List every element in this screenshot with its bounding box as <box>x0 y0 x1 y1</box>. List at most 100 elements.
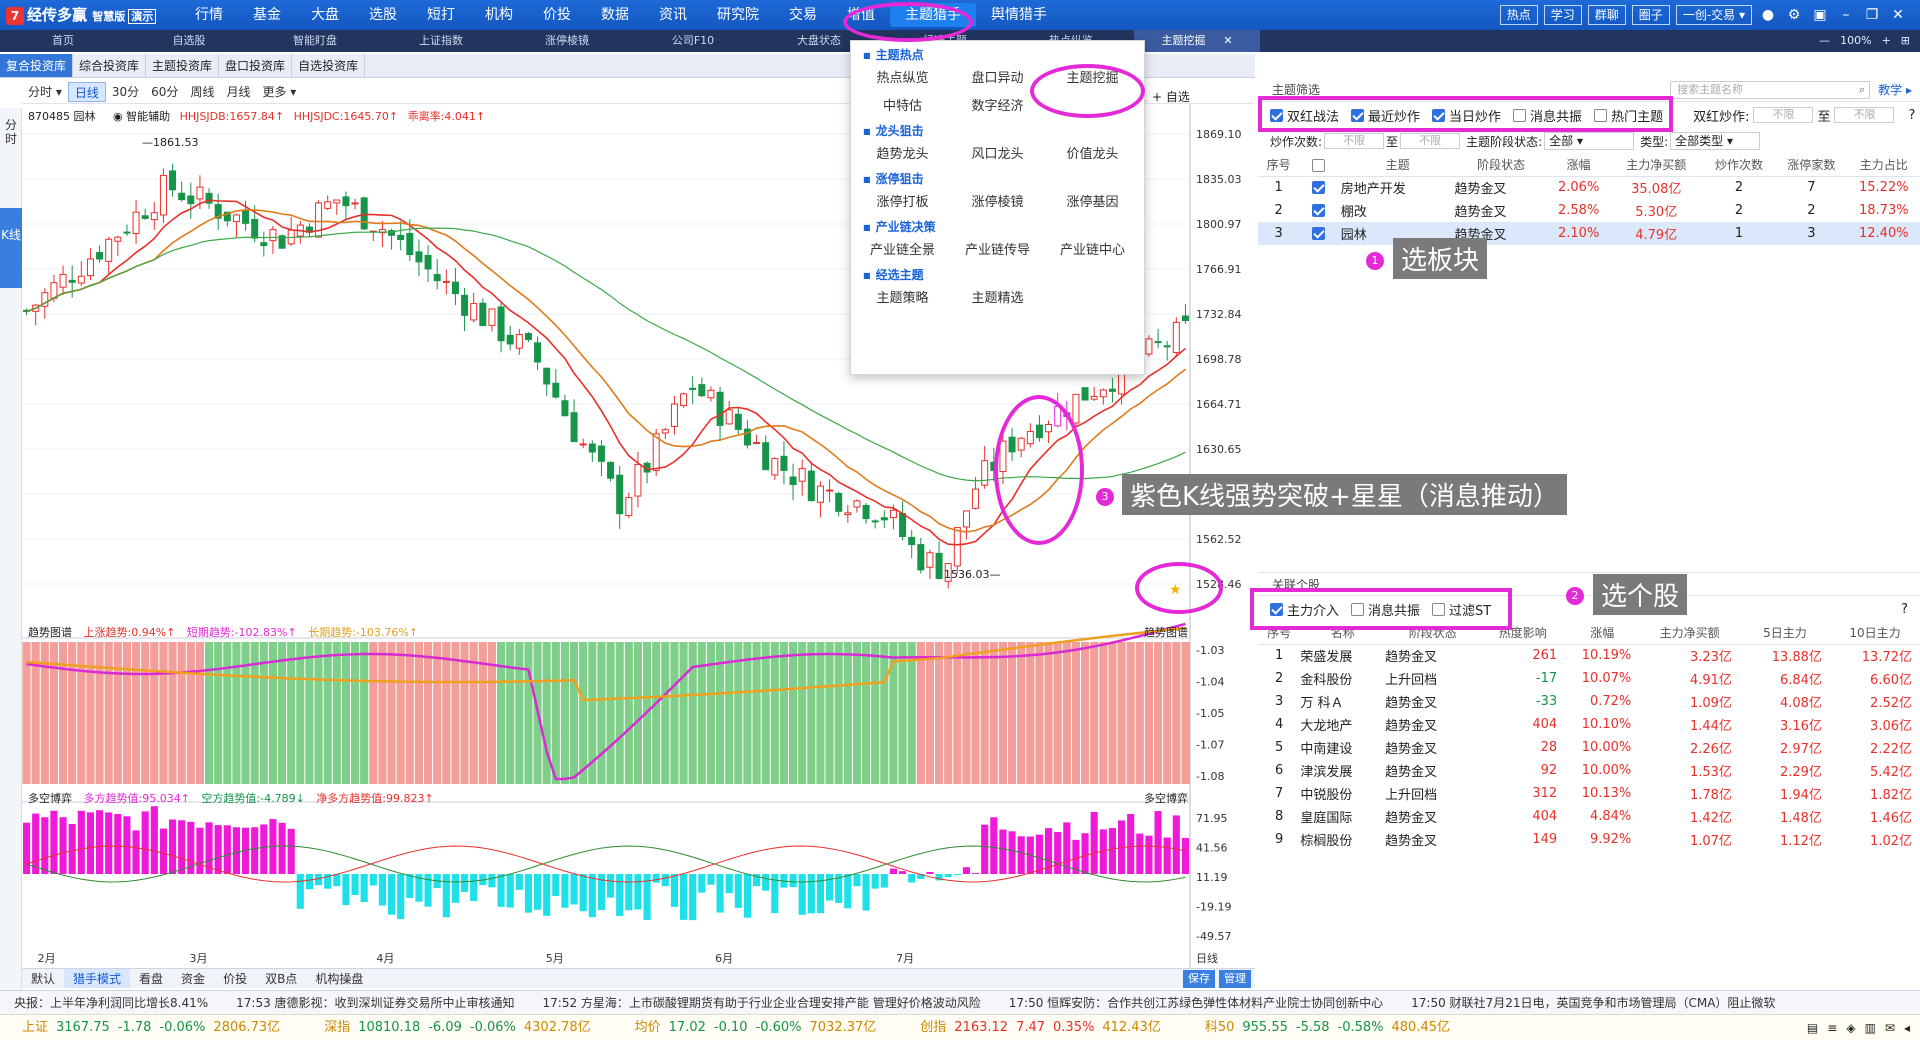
minimize-icon[interactable]: – <box>1836 5 1856 25</box>
template-tab-3[interactable]: 资金 <box>172 969 214 988</box>
stock-col-header[interactable]: 涨幅 <box>1565 622 1640 645</box>
mail-icon[interactable]: ✉ <box>1885 1015 1895 1040</box>
library-tab-0[interactable]: 复合投资库 <box>0 54 74 77</box>
news-item[interactable]: 17:52 方星海：上市碳酸锂期货有助于行业企业合理安排产能 管理好价格波动风险 <box>529 991 995 1014</box>
index-item[interactable]: 科50 955.55 -5.58 -0.58% 480.45亿 <box>1183 1015 1472 1040</box>
stock-row[interactable]: 1 荣盛发展 趋势金叉 261 10.19% 3.23亿 13.88亿 13.72亿 <box>1258 644 1920 667</box>
stage-select[interactable]: 全部 ▾ <box>1544 132 1635 150</box>
theme-col-header[interactable]: 涨幅 <box>1547 154 1610 177</box>
skin-icon[interactable]: ▣ <box>1810 5 1830 25</box>
dropdown-item[interactable]: 产业链传导 <box>950 237 1045 265</box>
news-item[interactable]: 17:53 唐德影视：收到深圳证券交易所中止审核通知 <box>222 991 528 1014</box>
stock-row[interactable]: 6 津滨发展 趋势金叉 92 10.00% 1.53亿 2.29亿 5.42亿 <box>1258 759 1920 782</box>
tab-0[interactable]: 首页 <box>0 30 126 52</box>
close-tab-icon[interactable]: ✕ <box>1223 34 1232 47</box>
theme-col-header[interactable] <box>1299 154 1341 177</box>
index-item[interactable]: 均价 17.02 -0.10 -0.60% 7032.37亿 <box>613 1015 899 1040</box>
dropdown-item[interactable]: 中特估 <box>855 93 950 121</box>
grid-icon[interactable]: ⊞ <box>1901 30 1910 52</box>
period-5[interactable]: 月线 <box>220 82 256 102</box>
count-min-input[interactable]: 不限 <box>1324 133 1385 149</box>
close-icon[interactable]: ✕ <box>1888 5 1908 25</box>
stock-col-header[interactable]: 主力净买额 <box>1639 622 1740 645</box>
template-action-0[interactable]: 保存 <box>1183 969 1215 988</box>
row-checkbox[interactable] <box>1311 181 1325 195</box>
theme-col-header[interactable]: 涨停家数 <box>1775 154 1848 177</box>
type-select[interactable]: 全部类型 ▾ <box>1670 132 1761 150</box>
menu-item-7[interactable]: 数据 <box>586 0 644 30</box>
circle-button[interactable]: 圈子 <box>1631 5 1670 25</box>
count-max-input[interactable]: 不限 <box>1400 133 1461 149</box>
print-icon[interactable]: ▤ <box>1807 1015 1818 1040</box>
dropdown-item[interactable]: 涨停打板 <box>855 189 950 217</box>
speaker-icon[interactable]: ◂ <box>1904 1015 1910 1040</box>
menu-item-8[interactable]: 资讯 <box>644 0 702 30</box>
library-tab-2[interactable]: 主题投资库 <box>146 54 220 77</box>
help-icon[interactable]: ? <box>1908 108 1915 123</box>
help-icon[interactable]: ? <box>1901 602 1908 617</box>
theme-col-header[interactable]: 炒作次数 <box>1702 154 1776 177</box>
menu-item-3[interactable]: 选股 <box>354 0 412 30</box>
template-tab-2[interactable]: 看盘 <box>130 969 172 988</box>
stock-row[interactable]: 2 金科股份 上升回档 -17 10.07% 4.91亿 6.84亿 6.60亿 <box>1258 667 1920 690</box>
theme-col-header[interactable]: 序号 <box>1258 154 1300 177</box>
menu-item-13[interactable]: 舆情猎手 <box>976 0 1062 30</box>
dropdown-item[interactable]: 产业链中心 <box>1045 237 1140 265</box>
group-chat-button[interactable]: 群聊 <box>1587 5 1626 25</box>
period-6[interactable]: 更多 ▾ <box>256 82 302 102</box>
restore-icon[interactable]: ❐ <box>1862 5 1882 25</box>
dropdown-item[interactable]: 价值龙头 <box>1045 141 1140 169</box>
side-tab-kline[interactable]: K线 <box>0 208 22 288</box>
gear-icon[interactable]: ⚙ <box>1784 5 1804 25</box>
shuanghong-min-input[interactable]: 不限 <box>1753 107 1814 123</box>
trade-account-select[interactable]: 一创-交易 ▾ <box>1675 5 1752 25</box>
stock-col-header[interactable]: 10日主力 <box>1829 622 1920 645</box>
template-tab-1[interactable]: 猎手模式 <box>64 969 131 988</box>
template-tab-5[interactable]: 双B点 <box>256 969 306 988</box>
news-item[interactable]: 17:50 财联社7月21日电，英国竞争和市场管理局（CMA）阻止微软 <box>1397 991 1789 1014</box>
zoom-in-icon[interactable]: + <box>1882 30 1891 52</box>
dropdown-item[interactable]: 趋势龙头 <box>855 141 950 169</box>
period-3[interactable]: 60分 <box>145 82 184 102</box>
tab-5[interactable]: 公司F10 <box>630 30 756 52</box>
dropdown-item[interactable]: 风口龙头 <box>950 141 1045 169</box>
stock-row[interactable]: 9 棕榈股份 趋势金叉 149 9.92% 1.07亿 1.12亿 1.02亿 <box>1258 828 1920 851</box>
news-item[interactable]: 17:50 恒辉安防：合作共创江苏绿色弹性体材料产业院士协同创新中心 <box>995 991 1397 1014</box>
menu-item-0[interactable]: 行情 <box>180 0 238 30</box>
template-tab-6[interactable]: 机构操盘 <box>306 969 372 988</box>
library-tab-3[interactable]: 盘口投资库 <box>219 54 293 77</box>
select-all-checkbox[interactable] <box>1311 158 1325 172</box>
dropdown-item[interactable]: 产业链全景 <box>855 237 950 265</box>
tab-9[interactable]: 主题挖掘 ✕ <box>1134 30 1260 52</box>
period-4[interactable]: 周线 <box>184 82 220 102</box>
dropdown-item[interactable]: 涨停棱镜 <box>950 189 1045 217</box>
theme-row[interactable]: 2 棚改 趋势金叉 2.58% 5.30亿 2 2 18.73% <box>1258 199 1920 222</box>
index-item[interactable]: 深指 10810.18 -6.09 -0.06% 4302.78亿 <box>302 1015 612 1040</box>
menu-item-6[interactable]: 价投 <box>528 0 586 30</box>
tab-3[interactable]: 上证指数 <box>378 30 504 52</box>
list-icon[interactable]: ≡ <box>1827 1015 1837 1040</box>
theme-col-header[interactable]: 主题 <box>1340 154 1455 177</box>
period-1[interactable]: 日线 <box>67 81 106 102</box>
row-checkbox[interactable] <box>1311 204 1325 217</box>
library-tab-4[interactable]: 自选投资库 <box>292 54 366 77</box>
theme-col-header[interactable]: 主力占比 <box>1847 154 1920 177</box>
menu-item-1[interactable]: 基金 <box>238 0 296 30</box>
tab-1[interactable]: 自选股 <box>126 30 252 52</box>
stock-row[interactable]: 4 大龙地产 趋势金叉 404 10.10% 1.44亿 3.16亿 3.06亿 <box>1258 713 1920 736</box>
add-favorite-button[interactable]: + 自选 <box>1152 88 1190 105</box>
index-item[interactable]: 上证 3167.75 -1.78 -0.06% 2806.73亿 <box>0 1015 302 1040</box>
period-0[interactable]: 分时 ▾ <box>22 82 68 102</box>
menu-item-4[interactable]: 短打 <box>412 0 470 30</box>
tab-4[interactable]: 涨停棱镜 <box>504 30 630 52</box>
stock-row[interactable]: 5 中南建设 趋势金叉 28 10.00% 2.26亿 2.97亿 2.22亿 <box>1258 736 1920 759</box>
menu-item-5[interactable]: 机构 <box>470 0 528 30</box>
stock-row[interactable]: 3 万 科Ａ 趋势金叉 -33 0.72% 1.09亿 4.08亿 2.52亿 <box>1258 690 1920 713</box>
compass-icon[interactable]: ◈ <box>1846 1015 1855 1040</box>
theme-row[interactable]: 3 园林 趋势金叉 2.10% 4.79亿 1 3 12.40% <box>1258 222 1920 245</box>
template-tab-4[interactable]: 价投 <box>214 969 256 988</box>
period-2[interactable]: 30分 <box>106 82 145 102</box>
learn-button[interactable]: 学习 <box>1543 5 1582 25</box>
hot-button[interactable]: 热点 <box>1499 5 1538 25</box>
template-tab-0[interactable]: 默认 <box>22 969 64 988</box>
